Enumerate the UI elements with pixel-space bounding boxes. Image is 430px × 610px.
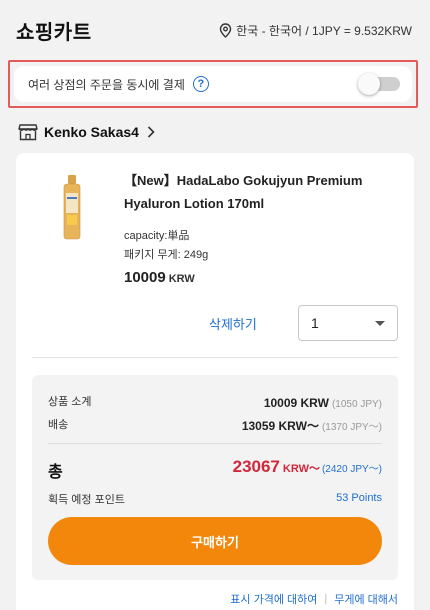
- points-value: 53 Points: [336, 492, 382, 504]
- item-price-currency: KRW: [168, 273, 195, 285]
- product-option-capacity: capacity:単品: [124, 230, 190, 242]
- quantity-select[interactable]: 1: [298, 305, 398, 341]
- subtotal-value: 10009 KRW: [263, 396, 329, 410]
- simultaneous-payment-label: 여러 상점의 주문을 동시에 결제: [28, 77, 185, 92]
- quantity-value: 1: [311, 315, 319, 331]
- total-jpy: (2420 JPY～): [321, 464, 382, 475]
- shop-link[interactable]: Kenko Sakas4: [18, 120, 155, 144]
- purchase-button[interactable]: 구매하기: [48, 517, 382, 565]
- shipping-value: 13059 KRW～: [241, 419, 319, 433]
- item-price-value: 10009: [124, 269, 166, 286]
- divider: [32, 357, 398, 358]
- header: 쇼핑카트 한국 - 한국어 / 1JPY = 9.532KRW: [0, 0, 430, 60]
- product-option-weight: 패키지 무게: 249g: [124, 249, 209, 261]
- order-summary: 상품 소계 10009 KRW (1050 JPY) 배송 13059 KRW～(…: [32, 375, 398, 580]
- product-image[interactable]: [61, 175, 83, 241]
- page-title: 쇼핑카트: [16, 21, 92, 44]
- footer-links: 표시 가격에 대하여 | 무게에 대해서: [230, 591, 398, 607]
- product-title[interactable]: 【New】HadaLabo Gokujyun Premium Hyaluron …: [124, 169, 394, 215]
- item-price: 10009 KRW: [124, 269, 195, 287]
- location-pin-icon: [219, 22, 232, 38]
- total-label: 총: [48, 464, 63, 481]
- price-info-link[interactable]: 표시 가격에 대하여: [230, 591, 317, 607]
- total-value: 23067: [232, 457, 280, 476]
- subtotal-jpy: (1050 JPY): [331, 399, 382, 410]
- total-amount: 23067 KRW～ (2420 JPY～): [233, 457, 382, 477]
- chevron-right-icon: [147, 126, 155, 138]
- shop-name: Kenko Sakas4: [44, 124, 139, 140]
- subtotal-label: 상품 소계: [48, 396, 92, 408]
- cart-item-card: 【New】HadaLabo Gokujyun Premium Hyaluron …: [16, 153, 414, 610]
- simultaneous-payment-toggle[interactable]: [358, 73, 400, 95]
- summary-divider: [48, 443, 382, 444]
- shipping-jpy: (1370 JPY～): [321, 422, 382, 433]
- shipping-amount: 13059 KRW～ (1370 JPY～): [242, 417, 382, 435]
- locale-text: 한국 - 한국어 / 1JPY = 9.532KRW: [236, 23, 412, 38]
- help-icon[interactable]: ?: [192, 76, 209, 92]
- chevron-down-icon: [375, 320, 385, 326]
- shop-icon: [18, 124, 38, 141]
- points-label: 획득 예정 포인트: [48, 494, 125, 506]
- toggle-knob: [358, 73, 380, 95]
- simultaneous-payment-row: 여러 상점의 주문을 동시에 결제 ?: [14, 66, 412, 102]
- simultaneous-payment-panel: 여러 상점의 주문을 동시에 결제 ?: [8, 60, 418, 108]
- footer-separator: |: [324, 593, 328, 605]
- shipping-label: 배송: [48, 419, 69, 431]
- locale-selector[interactable]: 한국 - 한국어 / 1JPY = 9.532KRW: [219, 22, 412, 39]
- subtotal-amount: 10009 KRW (1050 JPY): [264, 394, 382, 412]
- delete-button[interactable]: 삭제하기: [209, 314, 257, 333]
- weight-info-link[interactable]: 무게에 대해서: [334, 591, 398, 607]
- total-currency: KRW～: [282, 463, 320, 475]
